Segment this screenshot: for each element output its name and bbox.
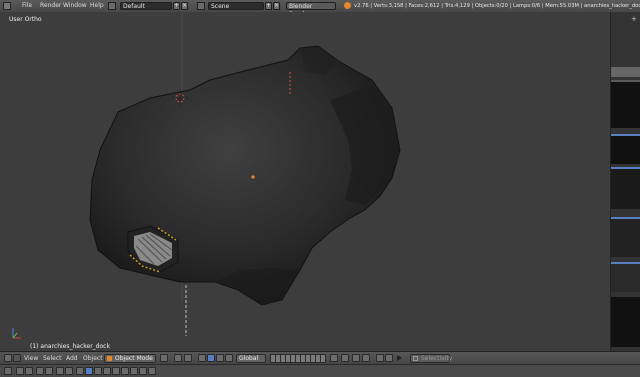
timeline-tool-icon[interactable] (65, 367, 73, 375)
timeline-tool-icon[interactable] (130, 367, 138, 375)
manipulator-toggle-icon[interactable] (198, 354, 206, 362)
collapse-menu-icon[interactable] (13, 354, 21, 362)
object-mode-icon (107, 356, 112, 361)
editor-type-icon[interactable] (4, 354, 12, 362)
timeline-tool-icon[interactable] (103, 367, 111, 375)
menu-add[interactable]: Add (66, 354, 78, 363)
scene-icon[interactable] (197, 2, 205, 10)
mode-label: Object Mode (115, 355, 153, 362)
sidebar-panel-block (611, 80, 640, 128)
timeline-tool-icon[interactable] (139, 367, 147, 375)
pivot-point-icon[interactable] (174, 354, 182, 362)
screen-layout-field[interactable]: Default (120, 2, 172, 10)
3d-view-header: View Select Add Object Object Mode Globa… (0, 351, 640, 365)
menu-view[interactable]: View (24, 354, 38, 363)
timeline-tool-icon[interactable] (112, 367, 120, 375)
sidebar-panel-block (611, 262, 640, 292)
pivot-mode-icon[interactable] (184, 354, 192, 362)
timeline-tool-icon[interactable] (36, 367, 44, 375)
blender-logo-icon (344, 2, 351, 9)
timeline-tool-icon[interactable] (76, 367, 84, 375)
add-screen-button[interactable]: + (173, 2, 180, 10)
selectivity-field[interactable]: Selectivity (410, 354, 453, 363)
snap-toggle-icon[interactable] (352, 354, 360, 362)
properties-sidebar[interactable]: + (610, 12, 640, 351)
sidebar-panel-block (611, 134, 640, 164)
screen-layout-icon[interactable] (108, 2, 116, 10)
editor-type-icon[interactable] (3, 2, 11, 10)
play-arrow-icon[interactable] (397, 355, 402, 361)
axis-gizmo (12, 328, 21, 339)
menu-window[interactable]: Window (63, 0, 87, 12)
sidebar-panel-block (611, 167, 640, 209)
orientation-select[interactable]: Global (236, 354, 266, 363)
remove-scene-button[interactable]: × (273, 2, 280, 10)
layer-buttons[interactable] (270, 354, 326, 363)
snap-element-icon[interactable] (362, 354, 370, 362)
selectivity-label: Selectivity (421, 355, 453, 362)
timeline-toolbar (0, 364, 640, 377)
timeline-editor-icon[interactable] (4, 367, 12, 375)
menu-object[interactable]: Object (83, 354, 103, 363)
orientation-label: Global (239, 355, 259, 362)
render-engine-select[interactable]: Blender Render (286, 2, 336, 18)
translate-manipulator-icon[interactable] (207, 354, 215, 362)
scene-stats: v2.76 | Verts:3,158 | Faces:2,612 | Tris… (354, 3, 640, 9)
menu-render[interactable]: Render (40, 0, 61, 12)
timeline-tool-icon[interactable] (121, 367, 129, 375)
sidebar-panel-block (611, 217, 640, 257)
timeline-tool-icon[interactable] (56, 367, 64, 375)
object-label: (1) anarchies_hacker_dock (30, 343, 110, 350)
timeline-tool-icon[interactable] (148, 367, 156, 375)
viewport-shading-icon[interactable] (160, 354, 168, 362)
3d-viewport[interactable]: User Ortho (1) anarchies_hacker_dock (0, 12, 614, 351)
opengl-render-icon[interactable] (385, 354, 393, 362)
render-preview-icon[interactable] (376, 354, 384, 362)
timeline-tool-icon[interactable] (45, 367, 53, 375)
sidebar-plus-icon[interactable]: + (631, 16, 637, 23)
lock-layers-icon[interactable] (330, 354, 338, 362)
add-scene-button[interactable]: + (265, 2, 272, 10)
menu-select[interactable]: Select (43, 354, 62, 363)
timeline-tool-icon-active[interactable] (85, 367, 93, 375)
mode-select[interactable]: Object Mode (104, 354, 156, 363)
selectivity-icon (413, 356, 418, 361)
sidebar-panel-block (611, 297, 640, 347)
viewport-canvas (12, 12, 614, 351)
menu-file[interactable]: File (22, 0, 32, 12)
menu-help[interactable]: Help (90, 0, 104, 12)
object-origin-dot (251, 175, 255, 179)
timeline-tool-icon[interactable] (94, 367, 102, 375)
rotate-manipulator-icon[interactable] (216, 354, 224, 362)
scale-manipulator-icon[interactable] (225, 354, 233, 362)
scene-field[interactable]: Scene (208, 2, 264, 10)
proportional-edit-icon[interactable] (341, 354, 349, 362)
timeline-tool-icon[interactable] (16, 367, 24, 375)
sidebar-panel-top (611, 67, 640, 77)
remove-screen-button[interactable]: × (181, 2, 188, 10)
timeline-tool-icon[interactable] (25, 367, 33, 375)
